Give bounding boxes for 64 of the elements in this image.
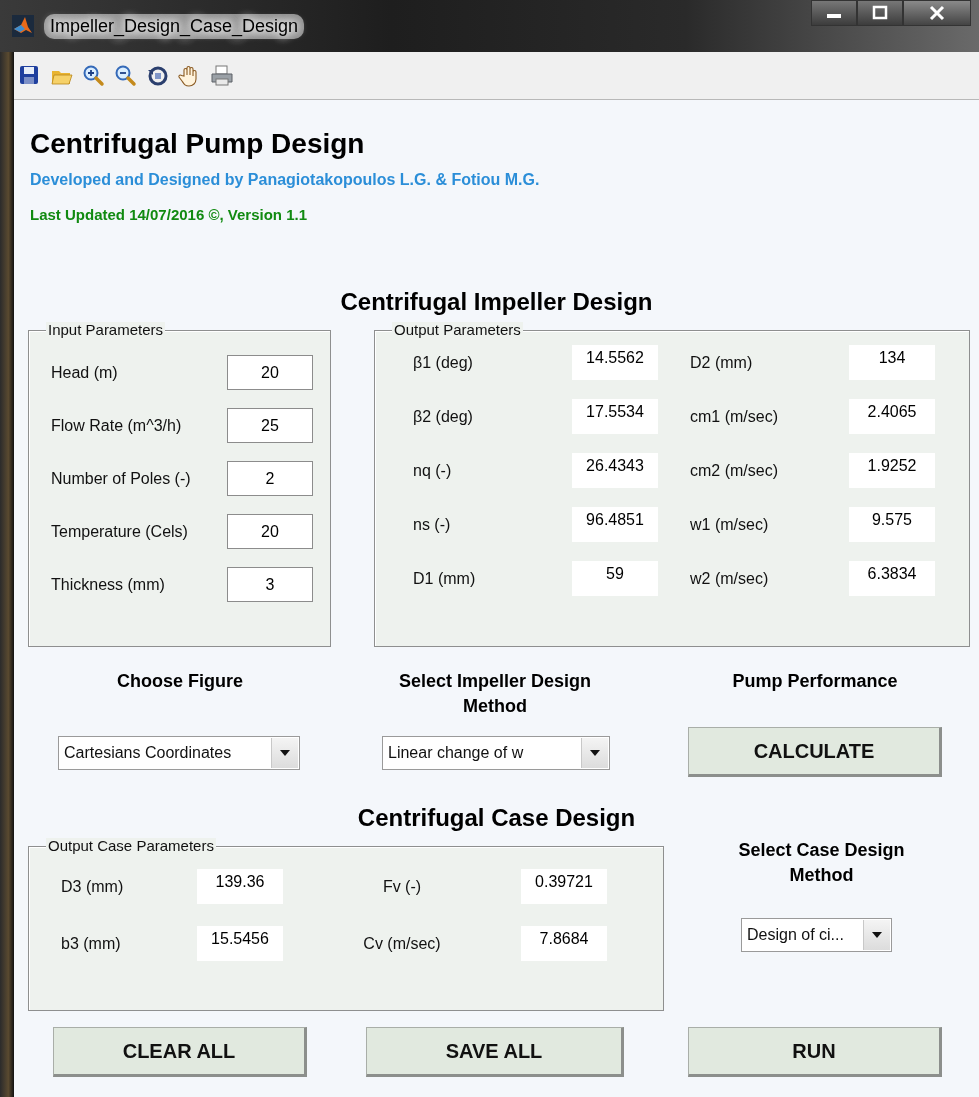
zoom-in-icon[interactable]: [82, 63, 106, 88]
panel-title: Output Parameters: [392, 322, 523, 338]
section-title: Centrifugal Case Design: [357, 803, 636, 833]
field-label: cm1 (m/sec): [690, 407, 779, 426]
value-field: 9.575: [849, 507, 935, 542]
field-label: Temperature (Cels): [51, 522, 189, 541]
value-field: 0.39721: [521, 869, 607, 904]
panel-title: Input Parameters: [46, 322, 166, 338]
dropdown[interactable]: Linear change of w: [382, 736, 610, 770]
field-label: Head (m): [51, 363, 119, 382]
minimize-icon[interactable]: [811, 0, 857, 26]
push-button[interactable]: CLEAR ALL: [53, 1027, 307, 1077]
field-label: w1 (m/sec): [690, 515, 770, 534]
field-label: w2 (m/sec): [690, 569, 770, 588]
field-label: nq (-): [413, 461, 453, 480]
value-field: 17.5534: [572, 399, 658, 434]
field-label: b3 (mm): [61, 934, 122, 953]
field-label: Cv (m/sec): [362, 934, 442, 953]
value-field: 134: [849, 345, 935, 380]
print-icon[interactable]: [210, 63, 234, 88]
value-field: 1.9252: [849, 453, 935, 488]
section-title: Centrifugal Impeller Design: [340, 287, 653, 317]
credits-text: Developed and Designed by Panagiotakopoulos L.G. & Fotiou M.G.: [30, 170, 540, 190]
control-label: Pump Performance: [731, 670, 899, 693]
app-title: Centrifugal Pump Design: [30, 127, 365, 161]
maximize-icon[interactable]: [857, 0, 903, 26]
value-field: 139.36: [197, 869, 283, 904]
push-button[interactable]: CALCULATE: [688, 727, 942, 777]
field-label: Thickness (mm): [51, 575, 166, 594]
input-field[interactable]: 2: [227, 461, 313, 496]
dropdown[interactable]: Cartesians Coordinates: [58, 736, 300, 770]
push-button[interactable]: RUN: [688, 1027, 942, 1077]
panel-title: Output Case Parameters: [46, 838, 216, 854]
input-field[interactable]: 20: [227, 514, 313, 549]
control-label: Choose Figure: [116, 670, 244, 693]
control-label: Select Case Design Method: [737, 839, 906, 887]
field-label: β1 (deg): [413, 353, 474, 372]
field-label: ns (-): [413, 515, 452, 534]
value-field: 2.4065: [849, 399, 935, 434]
app-logo-icon: [12, 15, 34, 37]
field-label: D2 (mm): [690, 353, 754, 372]
value-field: 96.4851: [572, 507, 658, 542]
field-label: D3 (mm): [61, 877, 125, 896]
version-text: Last Updated 14/07/2016 ©, Version 1.1: [30, 205, 308, 225]
value-field: 59: [572, 561, 658, 596]
dropdown[interactable]: Design of ci...: [741, 918, 892, 952]
field-label: Flow Rate (m^3/h): [51, 416, 183, 435]
field-label: β2 (deg): [413, 407, 474, 426]
value-field: 15.5456: [197, 926, 283, 961]
input-field[interactable]: 20: [227, 355, 313, 390]
value-field: 26.4343: [572, 453, 658, 488]
value-field: 7.8684: [521, 926, 607, 961]
close-icon[interactable]: [903, 0, 971, 26]
field-label: Fv (-): [381, 877, 423, 896]
input-field[interactable]: 3: [227, 567, 313, 602]
push-button[interactable]: SAVE ALL: [366, 1027, 624, 1077]
zoom-out-icon[interactable]: [114, 63, 138, 88]
value-field: 6.3834: [849, 561, 935, 596]
control-label: Select Impeller Design Method: [397, 670, 593, 718]
value-field: 14.5562: [572, 345, 658, 380]
field-label: Number of Poles (-): [51, 469, 192, 488]
field-label: D1 (mm): [413, 569, 477, 588]
field-label: cm2 (m/sec): [690, 461, 779, 480]
input-field[interactable]: 25: [227, 408, 313, 443]
